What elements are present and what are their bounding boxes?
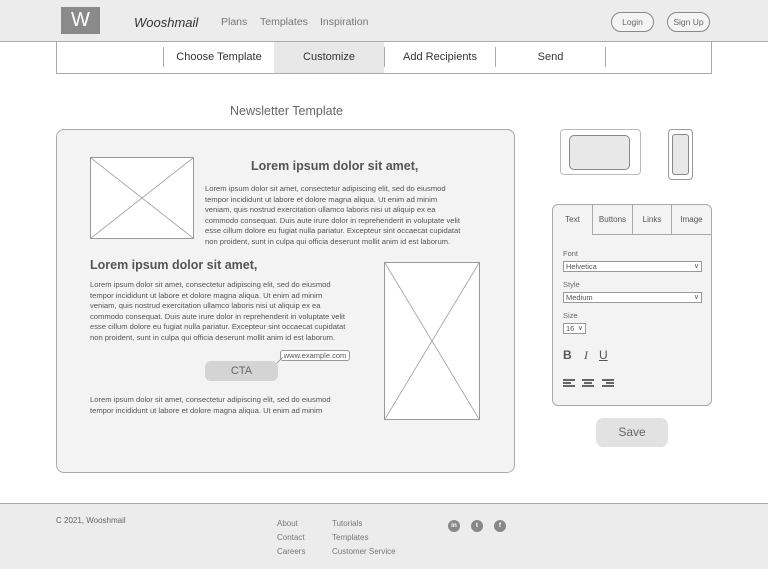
step-send[interactable]: Send <box>496 42 605 73</box>
text-line: Lorem ipsum dolor sit amet, consectetur … <box>90 395 331 404</box>
size-select[interactable]: 16 ∨ <box>563 323 586 334</box>
logo[interactable]: W <box>61 7 100 34</box>
brand-name[interactable]: Wooshmail <box>134 15 198 30</box>
align-left-icon[interactable] <box>563 379 575 389</box>
step-divider <box>605 47 606 67</box>
italic-button[interactable]: I <box>584 348 588 363</box>
size-label: Size <box>563 311 578 320</box>
footer-link-about[interactable]: About <box>277 519 298 528</box>
top-header: W Wooshmail Plans Templates Inspiration … <box>0 0 768 42</box>
align-right-icon[interactable] <box>602 379 614 389</box>
facebook-icon[interactable]: f <box>494 520 506 532</box>
desktop-preview-icon[interactable] <box>560 129 641 175</box>
cta-button[interactable]: CTA <box>205 361 278 381</box>
login-button[interactable]: Login <box>611 12 654 32</box>
signup-button[interactable]: Sign Up <box>667 12 710 32</box>
style-label: Style <box>563 280 580 289</box>
style-select[interactable]: Medium ∨ <box>563 292 702 303</box>
step-choose-template[interactable]: Choose Template <box>164 42 274 73</box>
section-heading[interactable]: Lorem ipsum dolor sit amet, <box>90 258 257 272</box>
text-line: commodo consequat. Duis aute irure dolor… <box>205 215 460 225</box>
font-label: Font <box>563 249 579 258</box>
linkedin-icon[interactable]: in <box>448 520 460 532</box>
save-button[interactable]: Save <box>596 418 668 447</box>
text-line: tempor incididunt ut labore et dolore ma… <box>90 290 323 300</box>
close-x-placeholder-icon <box>385 263 479 419</box>
font-value: Helvetica <box>566 262 597 271</box>
twitter-icon[interactable]: t <box>471 520 483 532</box>
text-line: Lorem ipsum dolor sit amet, consectetur … <box>205 184 446 193</box>
step-add-recipients[interactable]: Add Recipients <box>385 42 495 73</box>
tab-buttons[interactable]: Buttons <box>593 205 633 235</box>
step-bar: Choose Template Customize Add Recipients… <box>56 42 712 74</box>
page-title: Newsletter Template <box>230 104 344 118</box>
chevron-down-icon: ∨ <box>693 294 699 301</box>
step-customize[interactable]: Customize <box>274 42 384 73</box>
text-line: commodo consequat. Duis aute irure dolor… <box>90 311 345 321</box>
font-select[interactable]: Helvetica ∨ <box>563 261 702 272</box>
copyright: C 2021, Wooshmail <box>56 516 126 525</box>
template-canvas[interactable]: Lorem ipsum dolor sit amet, Lorem ipsum … <box>56 129 515 473</box>
footer: C 2021, Wooshmail About Contact Careers … <box>0 503 768 569</box>
text-line: tempor incididunt ut labore et dolore ma… <box>90 405 323 415</box>
footer-link-careers[interactable]: Careers <box>277 547 305 556</box>
underline-button[interactable]: U <box>599 348 608 362</box>
text-line: Lorem ipsum dolor sit amet, consectetur … <box>90 280 331 289</box>
text-line: veniam, quis nostrud exercitation ullamc… <box>90 301 321 311</box>
tab-text[interactable]: Text <box>553 205 593 235</box>
section-body[interactable]: Lorem ipsum dolor sit amet, consectetur … <box>90 395 331 416</box>
nav-plans[interactable]: Plans <box>221 16 247 28</box>
text-line: veniam, quis nostrud exercitation ullamc… <box>205 205 436 215</box>
section-body[interactable]: Lorem ipsum dolor sit amet, consectetur … <box>205 184 460 248</box>
style-value: Medium <box>566 293 593 302</box>
footer-link-contact[interactable]: Contact <box>277 533 305 542</box>
image-placeholder[interactable] <box>90 157 194 239</box>
close-x-placeholder-icon <box>91 158 193 238</box>
tab-links[interactable]: Links <box>633 205 672 235</box>
nav-templates[interactable]: Templates <box>260 16 308 28</box>
text-line: esse cillum dolore eu fugiat nulla paria… <box>205 226 461 236</box>
section-body[interactable]: Lorem ipsum dolor sit amet, consectetur … <box>90 280 345 344</box>
footer-link-tutorials[interactable]: Tutorials <box>332 519 362 528</box>
text-line: non proident, sunt in culpa qui officia … <box>205 236 451 246</box>
tab-image[interactable]: Image <box>672 205 711 235</box>
mobile-screen <box>672 134 689 175</box>
chevron-down-icon: ∨ <box>577 325 583 332</box>
panel-tabs: Text Buttons Links Image <box>553 205 711 235</box>
footer-link-templates[interactable]: Templates <box>332 533 368 542</box>
footer-link-customer-service[interactable]: Customer Service <box>332 547 396 556</box>
text-line: esse cillum dolore eu fugiat nulla paria… <box>90 322 346 332</box>
mobile-preview-icon[interactable] <box>668 129 693 180</box>
align-center-icon[interactable] <box>582 379 594 389</box>
bold-button[interactable]: B <box>563 348 572 362</box>
section-heading[interactable]: Lorem ipsum dolor sit amet, <box>251 159 418 173</box>
style-panel: Text Buttons Links Image Font Helvetica ∨… <box>552 204 712 406</box>
desktop-screen <box>569 135 630 170</box>
image-placeholder[interactable] <box>384 262 480 420</box>
link-url-tag[interactable]: www.example.com <box>280 350 350 361</box>
size-value: 16 <box>566 324 575 333</box>
text-line: non proident, sunt in culpa qui officia … <box>90 332 336 342</box>
text-line: tempor incididunt ut labore et dolore ma… <box>205 194 438 204</box>
chevron-down-icon: ∨ <box>693 263 699 270</box>
nav-inspiration[interactable]: Inspiration <box>320 16 368 28</box>
